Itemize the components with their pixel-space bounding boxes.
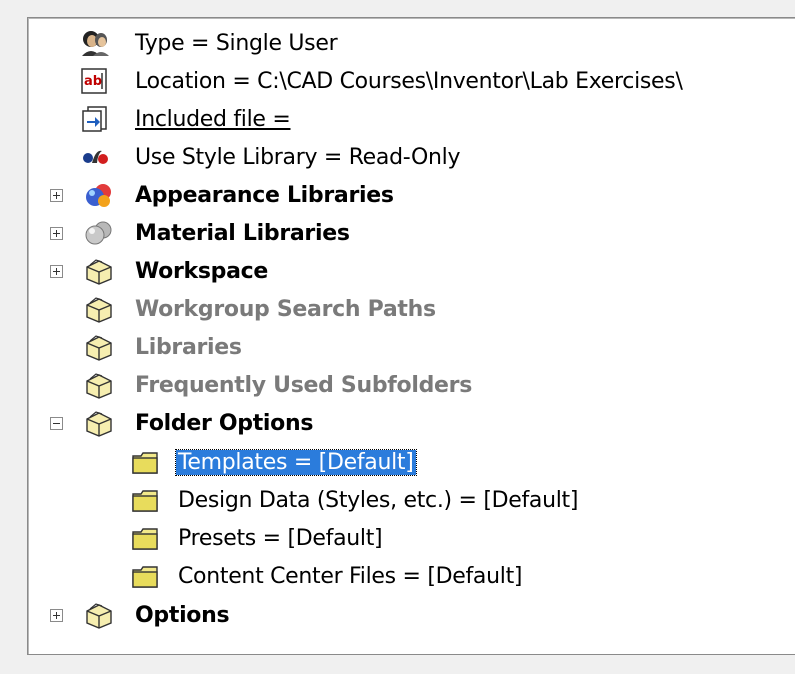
tree-item-label: Content Center Files = [Default] xyxy=(178,563,523,589)
tree-item-label: Frequently Used Subfolders xyxy=(135,372,473,398)
tree-item-label: Libraries xyxy=(135,334,242,360)
tree-item-label: Templates = [Default] xyxy=(175,448,417,476)
tree-item-label: Workspace xyxy=(135,258,269,284)
included-file-icon xyxy=(82,106,107,132)
project-tree-panel: Type = Single User ab Location = C:\CAD … xyxy=(27,17,795,655)
expand-toggle[interactable] xyxy=(50,189,63,202)
tree-item-label: Presets = [Default] xyxy=(178,525,383,551)
expand-toggle[interactable] xyxy=(50,609,63,622)
tree-item-label: Type = Single User xyxy=(135,30,338,56)
tree-item-label: Material Libraries xyxy=(135,220,350,246)
expand-toggle[interactable] xyxy=(50,227,63,240)
location-text-icon: ab xyxy=(81,68,107,94)
box-folder-icon xyxy=(86,411,112,437)
box-folder-icon xyxy=(86,373,112,399)
folder-icon xyxy=(132,528,158,550)
folder-icon xyxy=(132,490,158,512)
material-sphere-icon xyxy=(85,221,112,245)
svg-text:ab: ab xyxy=(84,74,102,89)
collapse-toggle[interactable] xyxy=(50,417,63,430)
expand-toggle[interactable] xyxy=(50,265,63,278)
tree-item-label: Location = C:\CAD Courses\Inventor\Lab E… xyxy=(135,68,683,94)
style-library-icon xyxy=(83,150,108,164)
tree-item-label: Use Style Library = Read-Only xyxy=(135,144,461,170)
folder-icon xyxy=(132,566,158,588)
appearance-sphere-icon xyxy=(86,184,111,207)
folder-icon xyxy=(132,452,158,474)
tree-item-label: Folder Options xyxy=(135,410,314,436)
tree-item-label: Appearance Libraries xyxy=(135,182,394,208)
box-folder-icon xyxy=(86,335,112,361)
box-folder-icon xyxy=(86,259,112,285)
tree-item-label: Options xyxy=(135,602,230,628)
tree-item-label: Workgroup Search Paths xyxy=(135,296,436,322)
box-folder-icon xyxy=(86,603,112,629)
tree-item-label: Included file = xyxy=(135,106,291,132)
box-folder-icon xyxy=(86,297,112,323)
user-type-icon xyxy=(82,31,109,56)
tree-item-label: Design Data (Styles, etc.) = [Default] xyxy=(178,487,579,513)
